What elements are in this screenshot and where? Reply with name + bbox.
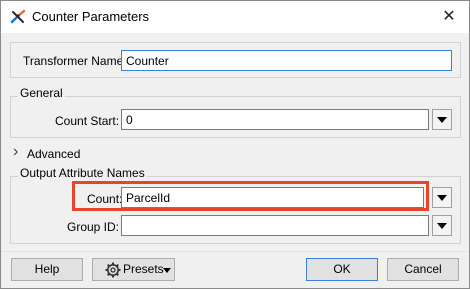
output-attribute-names-title: Output Attribute Names bbox=[18, 166, 147, 180]
close-button[interactable]: ✕ bbox=[435, 5, 463, 29]
ok-button[interactable]: OK bbox=[306, 258, 378, 281]
chevron-down-icon bbox=[437, 195, 447, 201]
close-icon: ✕ bbox=[442, 8, 456, 25]
footer-divider bbox=[1, 251, 469, 252]
transformer-name-label: Transformer Name: bbox=[23, 54, 127, 68]
advanced-toggle[interactable]: › Advanced bbox=[13, 143, 133, 162]
counter-parameters-dialog: Counter Parameters ✕ Transformer Name: G… bbox=[0, 0, 470, 289]
group-id-label: Group ID: bbox=[67, 220, 120, 234]
dialog-title: Counter Parameters bbox=[32, 9, 150, 24]
count-label: Count: bbox=[87, 192, 123, 206]
count-dropdown[interactable] bbox=[432, 187, 452, 208]
title-bar: Counter Parameters ✕ bbox=[1, 1, 469, 33]
presets-button[interactable]: Presets bbox=[92, 258, 175, 281]
count-start-input[interactable] bbox=[121, 109, 429, 130]
advanced-title: Advanced bbox=[27, 147, 81, 161]
chevron-down-icon bbox=[163, 268, 171, 273]
count-input[interactable] bbox=[121, 187, 424, 208]
ok-button-label: OK bbox=[333, 262, 351, 276]
transformer-name-input[interactable] bbox=[121, 50, 452, 71]
gear-icon bbox=[105, 262, 121, 278]
group-id-dropdown[interactable] bbox=[432, 215, 452, 236]
count-start-dropdown[interactable] bbox=[432, 109, 452, 130]
chevron-right-icon: › bbox=[13, 143, 19, 160]
help-button[interactable]: Help bbox=[11, 258, 83, 281]
cancel-button[interactable]: Cancel bbox=[387, 258, 459, 281]
chevron-down-icon bbox=[437, 117, 447, 123]
group-id-input[interactable] bbox=[121, 215, 429, 236]
fme-transformer-icon bbox=[10, 9, 26, 24]
cancel-button-label: Cancel bbox=[404, 262, 442, 276]
presets-button-label: Presets bbox=[123, 262, 164, 276]
help-button-label: Help bbox=[34, 262, 60, 276]
general-title: General bbox=[18, 86, 65, 100]
chevron-down-icon bbox=[437, 223, 447, 229]
count-start-label: Count Start: bbox=[55, 114, 120, 128]
